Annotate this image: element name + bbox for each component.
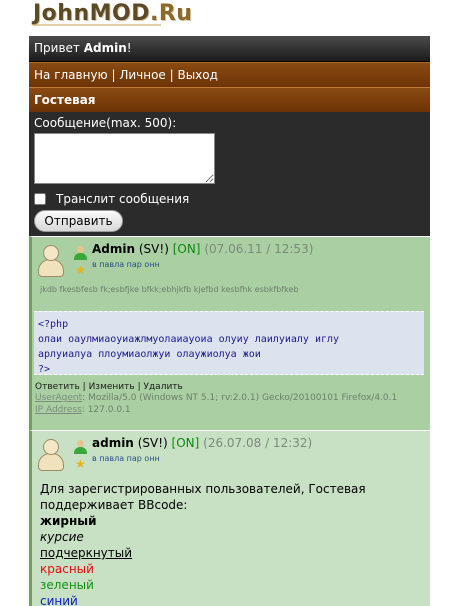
greeting-prefix: Привет	[34, 41, 84, 55]
guestbook-post: ★ Admin (SV!) [ON] (07.06.11 / 12:53) в …	[29, 236, 430, 430]
translit-checkbox[interactable]	[34, 193, 46, 205]
ip-label: IP Address	[35, 405, 82, 415]
post-ip: IP Address: 127.0.0.1	[35, 405, 131, 415]
nav-logout-link[interactable]: Выход	[177, 68, 217, 82]
nav-bar: На главную | Личное | Выход	[29, 62, 430, 87]
post-date: (07.06.11 / 12:53)	[204, 242, 314, 256]
nav-home-link[interactable]: На главную	[34, 68, 108, 82]
post-header: Admin (SV!) [ON] (07.06.11 / 12:53) в па…	[32, 241, 430, 287]
message-form: Сообщение(max. 500): Транслит сообщения …	[29, 112, 430, 236]
online-badge: [ON]	[172, 242, 201, 256]
message-textarea[interactable]	[34, 133, 215, 184]
action-separator: |	[79, 382, 89, 392]
post-mail-link[interactable]: в павла пар онн	[92, 454, 430, 463]
nav-separator: |	[107, 68, 120, 82]
bbcode-underline: подчеркнутый	[40, 546, 133, 560]
page-content: Привет Admin! На главную | Личное | Выхо…	[29, 36, 430, 606]
bbcode-red: красный	[40, 562, 94, 576]
message-label: Сообщение(max. 500):	[34, 116, 177, 130]
delete-link[interactable]: Удалить	[143, 382, 182, 392]
reply-link[interactable]: Ответить	[35, 382, 80, 392]
post-actions: Ответить | Изменить | Удалить	[32, 382, 430, 392]
post-intro-line: Для зарегистрированных пользователей, Го…	[40, 482, 366, 496]
nav-personal-link[interactable]: Личное	[119, 68, 165, 82]
code-line: арлуиалуа плоумиаолжуи олаужиолуа жои	[38, 349, 261, 360]
greeting-suffix: !	[126, 41, 132, 55]
bbcode-blue: синий	[40, 594, 78, 606]
translit-label: Транслит сообщения	[56, 192, 190, 206]
bbcode-italic: курсие	[40, 530, 84, 544]
post-text: jkdb fkesbfesb fk;esbfjke bfkk;ebhjkfb k…	[40, 285, 299, 294]
code-line: олаи оаулмиаоуиажлмуолаиауоиа олуиу лаил…	[38, 334, 340, 345]
section-title: Гостевая	[29, 87, 430, 112]
nav-separator: |	[165, 68, 178, 82]
post-author[interactable]: Admin	[92, 242, 135, 256]
translit-row: Транслит сообщения	[34, 192, 425, 206]
logo-main: JohnMOD	[33, 1, 150, 26]
code-line: <?php	[38, 319, 69, 330]
online-badge: [ON]	[171, 436, 200, 450]
post-intro-line: поддерживает BBcode:	[40, 498, 188, 512]
useragent-label: UserAgent	[35, 393, 83, 403]
code-block: <?php олаи оаулмиаоуиажлмуолаиауоиа олуи…	[34, 311, 424, 375]
post-status: (SV!)	[137, 436, 168, 450]
post-text: Для зарегистрированных пользователей, Го…	[32, 481, 430, 606]
post-header: admin (SV!) [ON] (26.07.08 / 12:32) в па…	[32, 435, 430, 481]
post-mail-link[interactable]: в павла пар онн	[92, 260, 430, 269]
logo-underline	[33, 24, 161, 26]
greeting-user: Admin	[83, 41, 127, 55]
bbcode-green: зеленый	[40, 578, 94, 592]
submit-button[interactable]: Отправить	[34, 210, 123, 232]
ip-value: 127.0.0.1	[87, 405, 131, 415]
post-date: (26.07.08 / 12:32)	[203, 436, 313, 450]
site-logo[interactable]: JohnMOD.Ru	[33, 1, 192, 26]
post-status: (SV!)	[138, 242, 169, 256]
greeting-bar: Привет Admin!	[29, 36, 430, 62]
logo-suffix: .Ru	[149, 1, 193, 26]
edit-link[interactable]: Изменить	[89, 382, 135, 392]
post-author[interactable]: admin	[92, 436, 134, 450]
code-line: ?>	[38, 364, 51, 375]
site-header: JohnMOD.Ru	[0, 0, 459, 36]
post-useragent: UserAgent: Mozilla/5.0 (Windows NT 5.1; …	[35, 393, 398, 403]
bbcode-bold: жирный	[40, 514, 97, 528]
guestbook-post: ★ admin (SV!) [ON] (26.07.08 / 12:32) в …	[29, 430, 430, 606]
useragent-value: Mozilla/5.0 (Windows NT 5.1; rv:2.0.1) G…	[88, 393, 398, 403]
